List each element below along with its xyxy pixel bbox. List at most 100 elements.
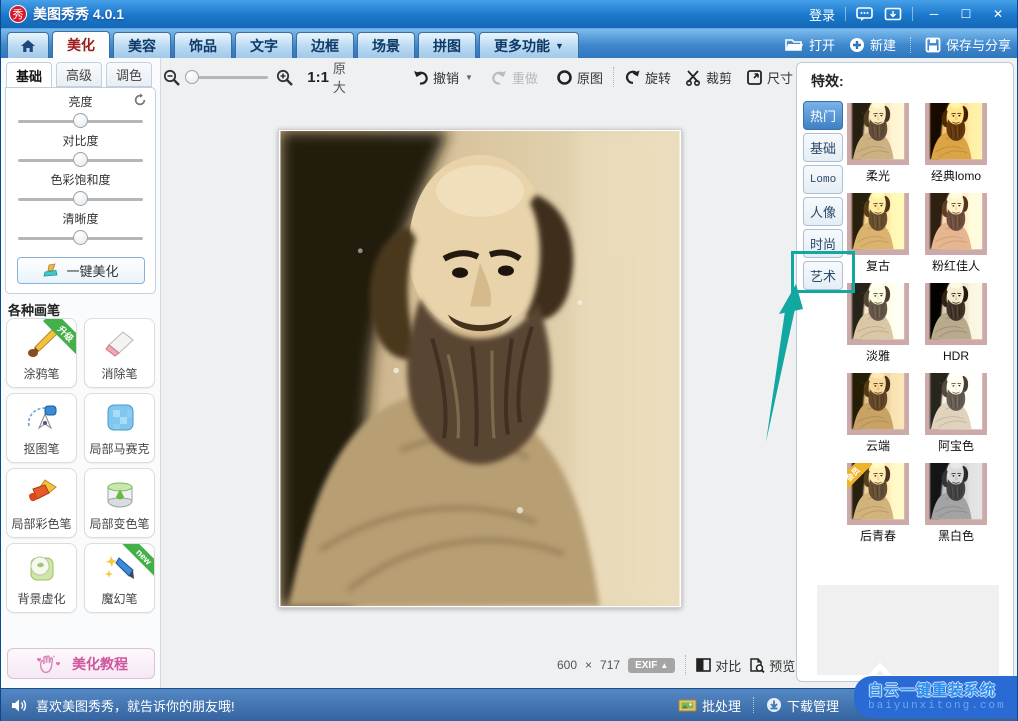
feedback-chat-icon[interactable] xyxy=(856,7,874,21)
undo-button[interactable]: 撤销 ▼ xyxy=(412,68,473,87)
brightness-slider[interactable] xyxy=(16,111,145,133)
eraser-icon xyxy=(104,331,134,357)
crop-button[interactable]: 裁剪 xyxy=(685,68,732,87)
reset-icon[interactable] xyxy=(133,93,147,107)
zoom-slider[interactable] xyxy=(184,69,270,85)
brush-cutout-pen[interactable]: 抠图笔 xyxy=(6,393,77,463)
effect-elegant[interactable]: 淡雅 xyxy=(847,283,909,367)
brush-background-blur[interactable]: 背景虚化 xyxy=(6,543,77,613)
tab-beautify[interactable]: 美化 xyxy=(52,31,110,58)
title-bar: 秀 美图秀秀 4.0.1 登录 ─ ☐ ✕ xyxy=(1,0,1017,28)
preview-button[interactable]: 预览 xyxy=(749,656,795,675)
brush-eraser[interactable]: 消除笔 xyxy=(84,318,155,388)
minimize-button[interactable]: ─ xyxy=(923,5,945,23)
exif-badge[interactable]: EXIF ▲ xyxy=(628,657,676,673)
brush-magic-pen[interactable]: new 魔幻笔 xyxy=(84,543,155,613)
contrast-slider[interactable] xyxy=(16,150,145,172)
canvas-photo[interactable] xyxy=(278,129,682,608)
image-width: 600 xyxy=(557,658,578,672)
tab-scene[interactable]: 场景 xyxy=(357,32,415,58)
portrait-image xyxy=(280,131,680,606)
redo-button[interactable]: 重做 xyxy=(491,68,538,87)
effect-soft-light[interactable]: 柔光 xyxy=(847,103,909,187)
effect-classic-lomo[interactable]: 经典lomo xyxy=(925,103,987,187)
tab-basic-adjust[interactable]: 基础 xyxy=(6,62,52,89)
chevron-down-icon: ▼ xyxy=(555,40,564,51)
zoom-in-icon[interactable] xyxy=(276,69,294,86)
effect-abao-color[interactable]: 阿宝色 xyxy=(925,373,987,457)
home-icon xyxy=(21,39,35,52)
slider-thumb[interactable] xyxy=(72,152,88,167)
zoom-ratio-label[interactable]: 1:1 xyxy=(307,69,329,86)
brush-local-mosaic[interactable]: 局部马赛克 xyxy=(84,393,155,463)
download-icon xyxy=(766,698,781,712)
compare-button[interactable]: 对比 xyxy=(696,656,741,675)
effect-thumbnail xyxy=(925,103,987,165)
category-portrait[interactable]: 人像 xyxy=(803,197,843,226)
separator xyxy=(845,7,846,21)
cutout-pen-icon xyxy=(27,405,56,430)
clarity-slider[interactable] xyxy=(16,228,145,250)
view-original-button[interactable]: 原图 xyxy=(556,68,603,87)
status-message: 喜欢美图秀秀，就告诉你的朋友哦! xyxy=(36,698,235,714)
slider-thumb[interactable] xyxy=(72,113,88,128)
effect-pink-lady[interactable]: 粉红佳人 xyxy=(925,193,987,277)
tab-accessory[interactable]: 饰品 xyxy=(174,32,232,58)
batch-process-button[interactable]: 批处理 xyxy=(678,696,741,715)
effect-post-youth[interactable]: 会员 后青春 xyxy=(847,463,909,547)
tab-collage[interactable]: 拼图 xyxy=(418,32,476,58)
paint-bucket-icon xyxy=(107,482,132,508)
effects-panel: 特效: 热门 基础 Lomo 人像 时尚 艺术 柔光 经典lomo 复古 粉红佳… xyxy=(796,62,1014,682)
popup-window-icon[interactable] xyxy=(884,7,902,21)
slider-thumb[interactable] xyxy=(72,230,88,245)
effect-thumbnail xyxy=(847,283,909,345)
zoom-fit-label[interactable]: 原大 xyxy=(333,58,354,96)
category-lomo[interactable]: Lomo xyxy=(803,165,843,194)
effect-thumbnail xyxy=(925,193,987,255)
effect-black-white[interactable]: 黑白色 xyxy=(925,463,987,547)
open-button[interactable]: 打开 xyxy=(785,35,835,54)
save-share-button[interactable]: 保存与分享 xyxy=(925,35,1011,54)
effect-hdr[interactable]: HDR xyxy=(925,283,987,367)
site-watermark: 白云一键重装系统 baiyunxitong.com xyxy=(854,676,1017,718)
tab-frame[interactable]: 边框 xyxy=(296,32,354,58)
slider-label-brightness: 亮度 xyxy=(68,95,93,109)
redo-icon xyxy=(492,70,506,85)
folder-open-icon xyxy=(785,39,803,51)
home-tab[interactable] xyxy=(7,32,49,58)
saturation-slider[interactable] xyxy=(16,189,145,211)
magic-pen-icon xyxy=(104,556,134,579)
effect-cloud[interactable]: 云端 xyxy=(847,373,909,457)
beautify-tutorial-button[interactable]: 美化教程 xyxy=(7,648,155,679)
effect-retro[interactable]: 复古 xyxy=(847,193,909,277)
brush-local-color-pen[interactable]: 局部彩色笔 xyxy=(6,468,77,538)
resize-button[interactable]: 尺寸 xyxy=(746,68,793,87)
tab-advanced-adjust[interactable]: 高级 xyxy=(56,62,102,87)
app-logo-icon: 秀 xyxy=(9,5,27,23)
tab-cosmetic[interactable]: 美容 xyxy=(113,32,171,58)
tab-color-adjust[interactable]: 调色 xyxy=(106,62,152,87)
effects-header: 特效: xyxy=(811,73,844,89)
category-hot[interactable]: 热门 xyxy=(803,101,843,130)
tab-text[interactable]: 文字 xyxy=(235,32,293,58)
rotate-button[interactable]: 旋转 xyxy=(624,68,671,87)
download-manager-button[interactable]: 下载管理 xyxy=(766,696,839,715)
new-button[interactable]: 新建 xyxy=(849,35,896,54)
hand-hearts-icon xyxy=(37,654,60,673)
zoom-out-icon[interactable] xyxy=(163,69,180,86)
speaker-icon xyxy=(12,699,27,711)
main-menu-bar: 美化 美容 饰品 文字 边框 场景 拼图 更多功能 ▼ 打开 新建 保存与分享 xyxy=(1,28,1017,58)
meitu-xiuxiu-window: 秀 美图秀秀 4.0.1 登录 ─ ☐ ✕ 美化 美容 饰品 文字 边框 场景 … xyxy=(0,0,1018,721)
maximize-button[interactable]: ☐ xyxy=(955,5,977,23)
category-basic[interactable]: 基础 xyxy=(803,133,843,162)
zoom-slider-thumb[interactable] xyxy=(184,70,199,84)
resize-icon xyxy=(747,69,762,85)
brush-doodle-pen[interactable]: 升级 涂鸦笔 xyxy=(6,318,77,388)
one-key-beautify-button[interactable]: 一键美化 xyxy=(16,257,145,284)
effect-thumbnail xyxy=(925,283,987,345)
close-button[interactable]: ✕ xyxy=(987,5,1009,23)
slider-thumb[interactable] xyxy=(72,191,88,206)
tab-more-features[interactable]: 更多功能 ▼ xyxy=(479,32,579,58)
brush-local-recolor-pen[interactable]: 局部变色笔 xyxy=(84,468,155,538)
login-link[interactable]: 登录 xyxy=(809,5,835,24)
